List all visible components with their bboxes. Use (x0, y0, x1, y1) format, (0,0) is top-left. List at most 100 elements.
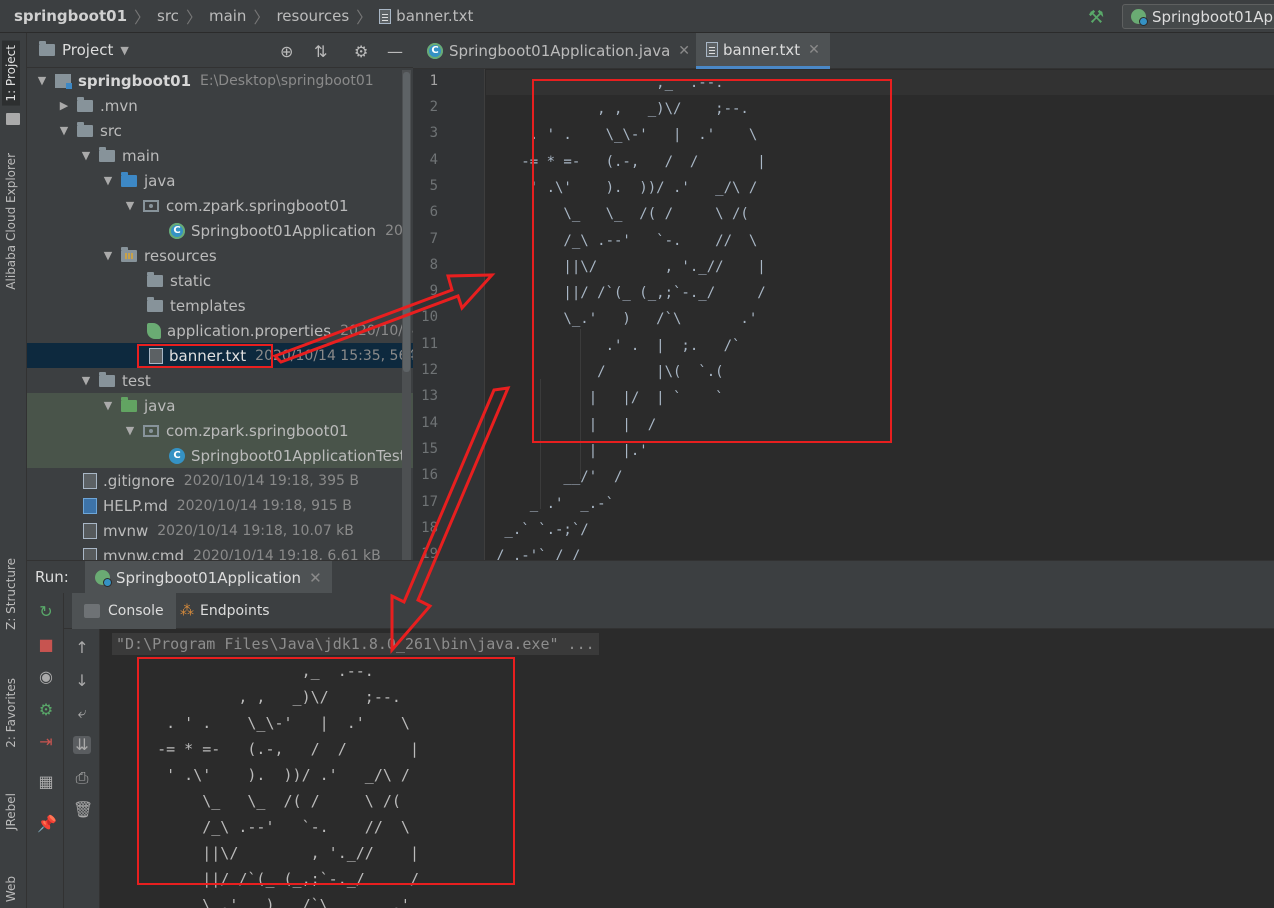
folder-icon (147, 296, 163, 312)
breadcrumb-file[interactable]: banner.txt (396, 7, 473, 25)
arrow-up-icon[interactable]: ↑ (73, 639, 91, 657)
tree-item-help-md[interactable]: HELP.md 2020/10/14 19:18, 915 B (27, 493, 413, 518)
tree-item-application-class[interactable]: C Springboot01Application 202 (27, 218, 413, 243)
minimize-icon[interactable]: — (387, 42, 403, 61)
gear-icon[interactable]: ⚙ (354, 42, 368, 61)
scroll-to-end-icon[interactable]: ⇊ (73, 736, 91, 754)
tree-item-gitignore[interactable]: .gitignore 2020/10/14 19:18, 395 B (27, 468, 413, 493)
stop-icon[interactable]: ■ (37, 636, 55, 654)
scrollbar-thumb[interactable] (403, 72, 410, 372)
tab-springboot01application-java[interactable]: C Springboot01Application.java ✕ (417, 33, 700, 69)
build-hammer-icon[interactable]: ⚒ (1088, 7, 1104, 28)
project-panel-title[interactable]: Project (62, 41, 113, 59)
tab-banner-txt[interactable]: banner.txt ✕ (696, 33, 830, 69)
layout-icon[interactable]: ▦ (37, 773, 55, 791)
chevron-down-icon[interactable]: ▼ (79, 149, 93, 162)
chevron-down-icon[interactable]: ▼ (79, 374, 93, 387)
line-number: 7 (429, 231, 438, 247)
project-scrollbar[interactable] (402, 70, 411, 560)
tool-tab-web[interactable]: Web (4, 876, 18, 902)
left-tool-strip: 1: Project Alibaba Cloud Explorer Z: Str… (0, 33, 27, 908)
spring-properties-icon (147, 322, 161, 339)
line-number: 15 (421, 441, 438, 457)
run-tool-window-header: Run: Springboot01Application ✕ (27, 560, 1274, 594)
line-number: 8 (429, 257, 438, 273)
close-icon[interactable]: ✕ (808, 42, 820, 58)
chevron-down-icon[interactable]: ▼ (120, 44, 128, 57)
tree-item-label: Springboot01ApplicationTest (191, 446, 406, 465)
chevron-right-icon: 〉 (356, 8, 373, 27)
tree-item-java[interactable]: ▼ java (27, 168, 413, 193)
tree-item-label: main (122, 146, 160, 165)
print-icon[interactable]: ⎙ (73, 769, 91, 787)
tree-item-test-class[interactable]: C Springboot01ApplicationTest (27, 443, 413, 468)
tree-item-application-properties[interactable]: application.properties 2020/10/14 (27, 318, 413, 343)
tab-endpoints[interactable]: ⁂ Endpoints (168, 593, 282, 629)
close-icon[interactable]: ✕ (309, 569, 322, 587)
chevron-down-icon[interactable]: ▼ (101, 249, 115, 262)
collapse-all-icon[interactable]: ⇅ (314, 42, 327, 61)
chevron-right-icon: 〉 (134, 8, 151, 27)
tool-tab-project[interactable]: 1: Project (2, 41, 20, 106)
chevron-right-icon: 〉 (185, 8, 202, 27)
tool-tab-jrebel[interactable]: JRebel (4, 793, 18, 830)
tree-item-meta: 2020/10/14 19:18, 10.07 kB (157, 522, 354, 539)
tree-item-main[interactable]: ▼ main (27, 143, 413, 168)
chevron-down-icon[interactable]: ▼ (35, 74, 49, 87)
breadcrumb-main[interactable]: main (209, 7, 246, 25)
breadcrumb-project[interactable]: springboot01 (14, 7, 127, 25)
tree-item-test[interactable]: ▼ test (27, 368, 413, 393)
markdown-file-icon (83, 497, 97, 514)
console-toolbar: ↑ ↓ ⤶ ⇊ ⎙ 🗑 (64, 629, 100, 908)
tree-item-src[interactable]: ▼ src (27, 118, 413, 143)
line-number: 16 (421, 467, 438, 483)
line-number: 17 (421, 494, 438, 510)
chevron-down-icon[interactable]: ▼ (57, 124, 71, 137)
tree-item-label: static (170, 271, 212, 290)
tree-item-meta: 2020/10/14 15:35, 564 B (255, 347, 413, 364)
tool-tab-favorites[interactable]: 2: Favorites (4, 678, 18, 748)
chevron-down-icon[interactable]: ▼ (101, 174, 115, 187)
tree-item-mvn[interactable]: ▶ .mvn (27, 93, 413, 118)
tree-item-test-java[interactable]: ▼ java (27, 393, 413, 418)
tree-item-label: com.zpark.springboot01 (166, 196, 349, 215)
editor-tab-bar: C Springboot01Application.java ✕ banner.… (413, 33, 1274, 69)
tree-item-label: src (100, 121, 122, 140)
tree-item-mvnw[interactable]: mvnw 2020/10/14 19:18, 10.07 kB (27, 518, 413, 543)
chevron-down-icon[interactable]: ▼ (123, 199, 137, 212)
line-number: 5 (429, 178, 438, 194)
debug-gear-icon[interactable]: ⚙ (37, 701, 55, 719)
tree-item-springboot01[interactable]: ▼ springboot01 E:\Desktop\springboot01 (27, 68, 413, 93)
run-configuration-select[interactable]: Springboot01Application (1122, 4, 1274, 29)
tree-item-static[interactable]: static (27, 268, 413, 293)
tree-item-templates[interactable]: templates (27, 293, 413, 318)
breadcrumb-src[interactable]: src (157, 7, 179, 25)
pin-icon[interactable]: 📌 (37, 815, 57, 833)
line-number: 9 (429, 283, 438, 299)
camera-icon[interactable]: ◉ (37, 668, 55, 686)
exit-icon[interactable]: ⇥ (37, 733, 55, 751)
tree-item-mvnw-cmd[interactable]: mvnw.cmd 2020/10/14 19:18, 6.61 kB (27, 543, 413, 560)
run-tab-springboot01application[interactable]: Springboot01Application ✕ (85, 561, 332, 594)
tab-console[interactable]: Console (72, 593, 176, 629)
folder-icon (77, 121, 93, 137)
chevron-down-icon[interactable]: ▼ (123, 424, 137, 437)
tab-label: Console (108, 603, 164, 619)
chevron-right-icon[interactable]: ▶ (57, 99, 71, 112)
tool-tab-structure[interactable]: Z: Structure (4, 558, 18, 630)
soft-wrap-icon[interactable]: ⤶ (73, 704, 91, 722)
tree-item-test-package[interactable]: ▼ com.zpark.springboot01 (27, 418, 413, 443)
arrow-down-icon[interactable]: ↓ (73, 672, 91, 690)
close-icon[interactable]: ✕ (678, 43, 690, 59)
tool-tab-alibaba-cloud[interactable]: Alibaba Cloud Explorer (4, 153, 18, 290)
locate-target-icon[interactable]: ⊕ (280, 42, 293, 61)
rerun-icon[interactable]: ↻ (37, 603, 55, 621)
code-line: /_.-'` / / (496, 548, 581, 560)
tree-item-resources[interactable]: ▼ resources (27, 243, 413, 268)
breadcrumb-resources[interactable]: resources (276, 7, 349, 25)
line-number: 1 (429, 73, 438, 89)
tree-item-package[interactable]: ▼ com.zpark.springboot01 (27, 193, 413, 218)
trash-icon[interactable]: 🗑 (73, 801, 93, 819)
tree-item-meta: 2020/10/14 19:18, 6.61 kB (193, 547, 381, 561)
chevron-down-icon[interactable]: ▼ (101, 399, 115, 412)
